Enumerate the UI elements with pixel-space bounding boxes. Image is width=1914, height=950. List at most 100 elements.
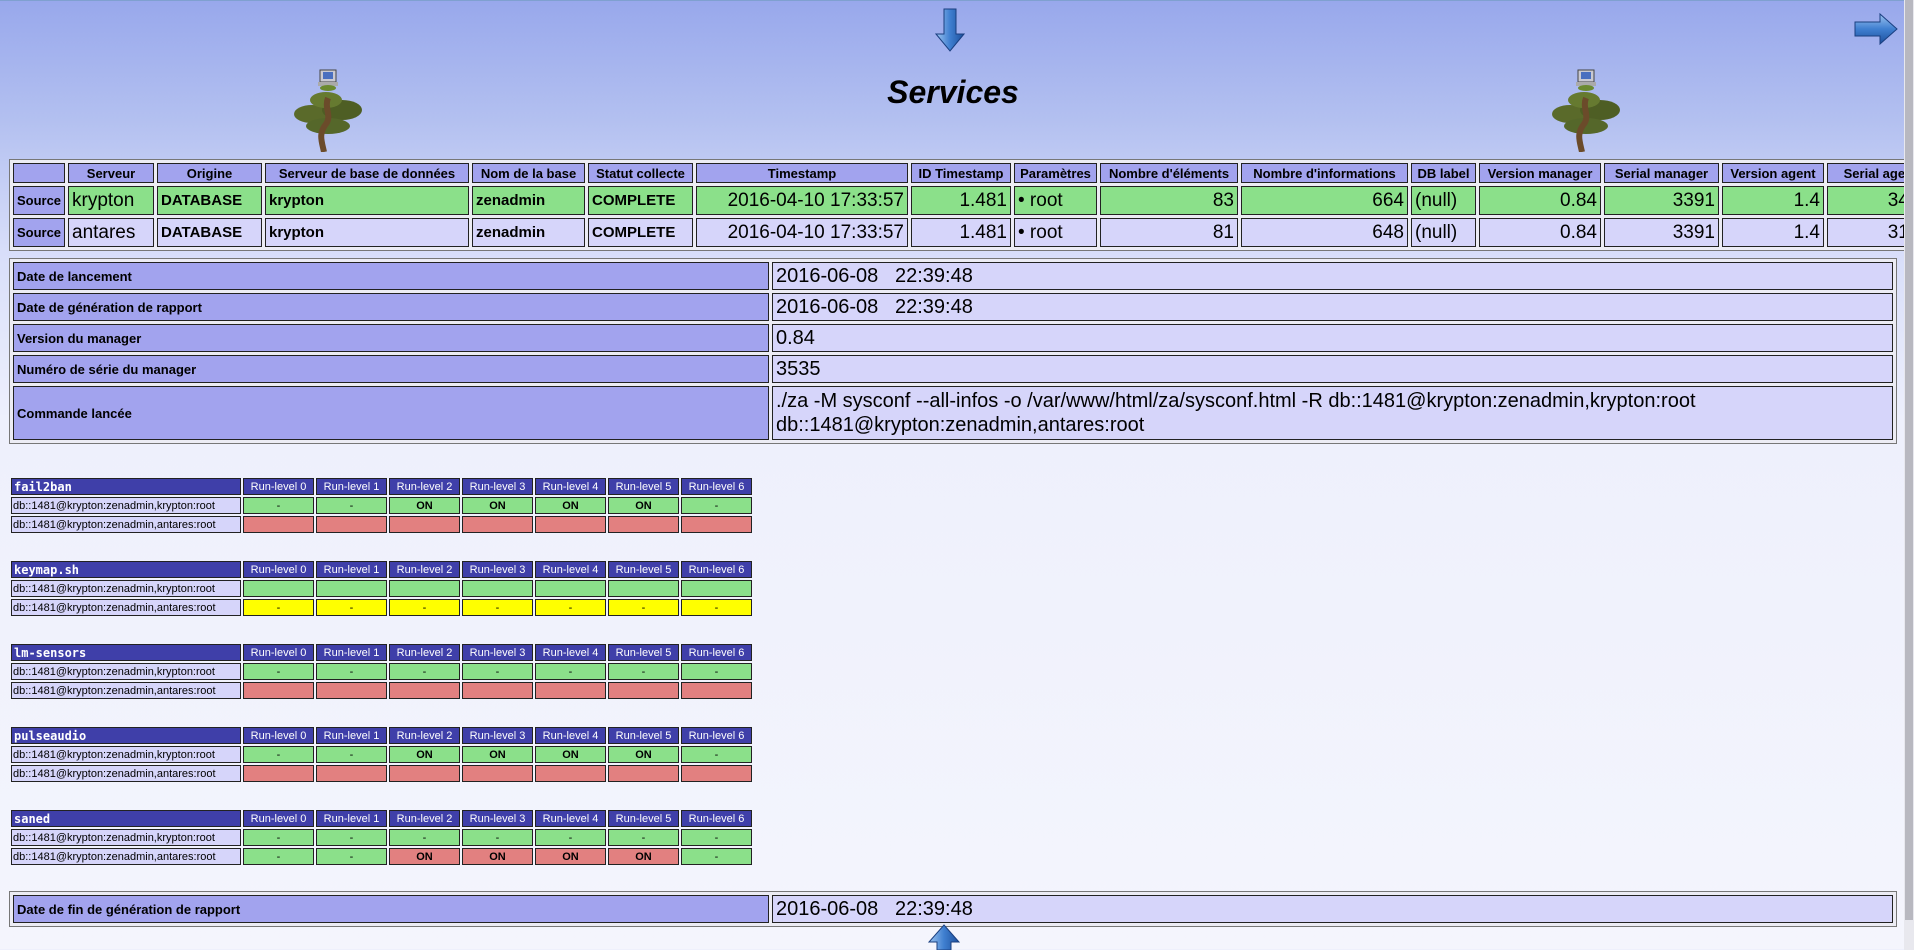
- runlevel-status-cell: -: [316, 746, 387, 763]
- service-host-row: db::1481@krypton:zenadmin,krypton:root - -…: [11, 746, 752, 763]
- service-table-lm-sensors: lm-sensors Run-level 0 Run-level 1 Run-leve…: [9, 642, 754, 701]
- source-cell: 3391: [1604, 186, 1719, 215]
- host-label: db::1481@krypton:zenadmin,krypton:root: [11, 580, 241, 597]
- host-label: db::1481@krypton:zenadmin,antares:root: [11, 848, 241, 865]
- service-table-fail2ban: fail2ban Run-level 0 Run-level 1 Run-level …: [9, 476, 754, 535]
- host-label: db::1481@krypton:zenadmin,krypton:root: [11, 829, 241, 846]
- runlevel-status-cell: -: [535, 663, 606, 680]
- info-row: Numéro de série du manager 3535: [13, 355, 1893, 383]
- runlevel-header: Run-level 1: [316, 810, 387, 827]
- sources-header-cell: Timestamp: [696, 163, 908, 183]
- source-cell: krypton: [265, 218, 469, 247]
- sources-header-cell: Nom de la base: [472, 163, 585, 183]
- runlevel-status-cell: -: [243, 746, 314, 763]
- source-row: Source antares DATABASE krypton zenadmin COMP…: [13, 218, 1914, 247]
- runlevel-status-cell: [608, 516, 679, 533]
- runlevel-status-cell: -: [389, 663, 460, 680]
- top-border: [0, 0, 1914, 1]
- info-label: Date de fin de génération de rapport: [13, 895, 769, 923]
- runlevel-header: Run-level 2: [389, 561, 460, 578]
- runlevel-status-cell: [681, 682, 752, 699]
- runlevel-header: Run-level 0: [243, 478, 314, 495]
- source-cell: 3177: [1827, 218, 1914, 247]
- runlevel-header: Run-level 4: [535, 561, 606, 578]
- arrow-up-icon[interactable]: [928, 924, 960, 950]
- runlevel-status-cell: -: [462, 599, 533, 616]
- runlevel-status-cell: [462, 516, 533, 533]
- vertical-scrollbar[interactable]: [1904, 0, 1914, 950]
- arrow-right-icon[interactable]: [1854, 12, 1898, 46]
- source-cell: • root: [1014, 186, 1097, 215]
- runlevel-status-cell: -: [243, 497, 314, 514]
- sources-header-cell: Serveur: [68, 163, 154, 183]
- scrollbar-thumb[interactable]: [1905, 0, 1913, 920]
- report-info-table: Date de lancement 2016-06-08 22:39:48 Da…: [9, 258, 1897, 444]
- runlevel-status-cell: [462, 765, 533, 782]
- runlevel-status-cell: ON: [389, 848, 460, 865]
- sources-header-cell: Nombre d'éléments: [1100, 163, 1238, 183]
- info-row: Date de lancement 2016-06-08 22:39:48: [13, 262, 1893, 290]
- runlevel-status-cell: -: [316, 848, 387, 865]
- runlevel-status-cell: ON: [462, 746, 533, 763]
- runlevel-header: Run-level 6: [681, 644, 752, 661]
- runlevel-status-cell: [316, 682, 387, 699]
- info-label: Numéro de série du manager: [13, 355, 769, 383]
- sources-header-cell: Version manager: [1479, 163, 1601, 183]
- info-row: Date de fin de génération de rapport 201…: [13, 895, 1893, 923]
- source-cell: • root: [1014, 218, 1097, 247]
- host-label: db::1481@krypton:zenadmin,krypton:root: [11, 497, 241, 514]
- service-host-row: db::1481@krypton:zenadmin,antares:root - -…: [11, 599, 752, 616]
- sources-header-cell: Serveur de base de données: [265, 163, 469, 183]
- runlevel-status-cell: [316, 516, 387, 533]
- runlevel-header: Run-level 4: [535, 810, 606, 827]
- source-row-header: Source: [13, 186, 65, 215]
- source-cell: zenadmin: [472, 218, 585, 247]
- runlevel-status-cell: ON: [608, 746, 679, 763]
- runlevel-status-cell: -: [389, 829, 460, 846]
- runlevel-status-cell: -: [681, 663, 752, 680]
- runlevel-status-cell: [316, 765, 387, 782]
- runlevel-status-cell: ON: [462, 497, 533, 514]
- source-cell: 2016-04-10 17:33:57: [696, 186, 908, 215]
- source-cell: (null): [1411, 186, 1476, 215]
- service-host-row: db::1481@krypton:zenadmin,antares:root: [11, 682, 752, 699]
- sources-header-cell: Origine: [157, 163, 262, 183]
- runlevel-header: Run-level 2: [389, 644, 460, 661]
- service-name: pulseaudio: [11, 727, 241, 744]
- runlevel-header: Run-level 1: [316, 478, 387, 495]
- service-host-row: db::1481@krypton:zenadmin,krypton:root - -…: [11, 663, 752, 680]
- arrow-down-icon[interactable]: [935, 8, 965, 52]
- runlevel-status-cell: -: [681, 848, 752, 865]
- service-header-row: saned Run-level 0 Run-level 1 Run-level 2 Ru…: [11, 810, 752, 827]
- sources-header-cell: Serial manager: [1604, 163, 1719, 183]
- source-cell: 648: [1241, 218, 1408, 247]
- sources-header-cell: Version agent: [1722, 163, 1824, 183]
- host-label: db::1481@krypton:zenadmin,antares:root: [11, 682, 241, 699]
- runlevel-status-cell: [535, 682, 606, 699]
- service-header-row: fail2ban Run-level 0 Run-level 1 Run-level …: [11, 478, 752, 495]
- runlevel-header: Run-level 1: [316, 727, 387, 744]
- runlevel-status-cell: -: [608, 829, 679, 846]
- runlevel-status-cell: -: [316, 663, 387, 680]
- runlevel-status-cell: -: [389, 599, 460, 616]
- runlevel-status-cell: [681, 765, 752, 782]
- source-cell: COMPLETE: [588, 218, 693, 247]
- sources-header-cell: Statut collecte: [588, 163, 693, 183]
- runlevel-header: Run-level 2: [389, 810, 460, 827]
- source-cell: 2016-04-10 17:33:57: [696, 218, 908, 247]
- service-header-row: keymap.sh Run-level 0 Run-level 1 Run-level…: [11, 561, 752, 578]
- info-label: Date de lancement: [13, 262, 769, 290]
- runlevel-status-cell: -: [243, 848, 314, 865]
- sources-header-cell: [13, 163, 65, 183]
- service-host-row: db::1481@krypton:zenadmin,antares:root - -…: [11, 848, 752, 865]
- runlevel-header: Run-level 6: [681, 810, 752, 827]
- source-cell: DATABASE: [157, 218, 262, 247]
- runlevel-status-cell: -: [316, 599, 387, 616]
- runlevel-header: Run-level 5: [608, 810, 679, 827]
- runlevel-status-cell: -: [681, 746, 752, 763]
- runlevel-header: Run-level 0: [243, 810, 314, 827]
- service-header-row: lm-sensors Run-level 0 Run-level 1 Run-leve…: [11, 644, 752, 661]
- runlevel-header: Run-level 0: [243, 561, 314, 578]
- source-cell: 1.481: [911, 218, 1011, 247]
- runlevel-status-cell: ON: [462, 848, 533, 865]
